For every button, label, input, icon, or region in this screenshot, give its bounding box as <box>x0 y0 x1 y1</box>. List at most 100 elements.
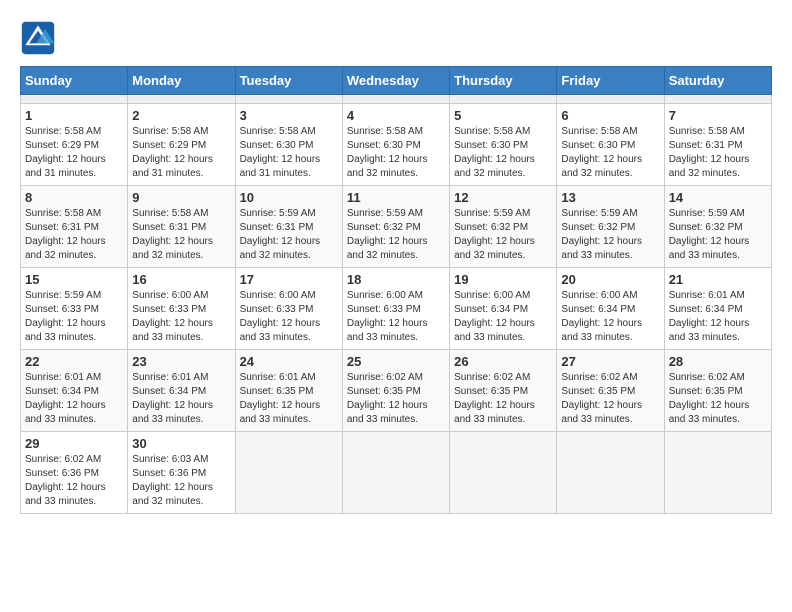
calendar-cell: 5 Sunrise: 5:58 AMSunset: 6:30 PMDaylight… <box>450 104 557 186</box>
calendar-table: SundayMondayTuesdayWednesdayThursdayFrid… <box>20 66 772 514</box>
calendar-cell: 6Sunrise: 5:58 AMSunset: 6:30 PMDaylight… <box>557 104 664 186</box>
day-detail: Sunrise: 6:02 AMSunset: 6:35 PMDaylight:… <box>669 371 767 427</box>
day-detail: Sunrise: 5:59 AMSunset: 6:32 PMDaylight:… <box>454 207 552 263</box>
day-number: 9 <box>132 190 230 205</box>
calendar-week-row: 15 Sunrise: 5:59 AMSunset: 6:33 PMDayligh… <box>21 268 772 350</box>
page-header <box>20 20 772 56</box>
day-number: 27 <box>561 354 659 369</box>
day-detail: Sunrise: 6:01 AMSunset: 6:35 PMDaylight:… <box>240 371 338 427</box>
calendar-cell <box>21 95 128 104</box>
day-detail: Sunrise: 6:00 AMSunset: 6:33 PMDaylight:… <box>347 289 445 345</box>
calendar-cell <box>342 95 449 104</box>
weekday-header: Sunday <box>21 67 128 95</box>
day-number: 12 <box>454 190 552 205</box>
day-number: 13 <box>561 190 659 205</box>
day-number: 5 <box>454 108 552 123</box>
calendar-week-row <box>21 95 772 104</box>
calendar-cell <box>235 95 342 104</box>
day-number: 20 <box>561 272 659 287</box>
calendar-week-row: 8 Sunrise: 5:58 AMSunset: 6:31 PMDaylight… <box>21 186 772 268</box>
day-number: 3 <box>240 108 338 123</box>
calendar-cell: 14 Sunrise: 5:59 AMSunset: 6:32 PMDayligh… <box>664 186 771 268</box>
calendar-week-row: 1 Sunrise: 5:58 AMSunset: 6:29 PMDaylight… <box>21 104 772 186</box>
calendar-cell: 15 Sunrise: 5:59 AMSunset: 6:33 PMDayligh… <box>21 268 128 350</box>
calendar-cell: 3 Sunrise: 5:58 AMSunset: 6:30 PMDaylight… <box>235 104 342 186</box>
day-detail: Sunrise: 5:59 AMSunset: 6:32 PMDaylight:… <box>669 207 767 263</box>
calendar-cell: 11Sunrise: 5:59 AMSunset: 6:32 PMDayligh… <box>342 186 449 268</box>
day-number: 19 <box>454 272 552 287</box>
day-detail: Sunrise: 5:58 AMSunset: 6:30 PMDaylight:… <box>240 125 338 181</box>
calendar-cell: 1 Sunrise: 5:58 AMSunset: 6:29 PMDaylight… <box>21 104 128 186</box>
calendar-cell: 8 Sunrise: 5:58 AMSunset: 6:31 PMDaylight… <box>21 186 128 268</box>
weekday-header: Saturday <box>664 67 771 95</box>
calendar-cell <box>557 95 664 104</box>
day-number: 14 <box>669 190 767 205</box>
day-detail: Sunrise: 5:58 AMSunset: 6:30 PMDaylight:… <box>347 125 445 181</box>
day-detail: Sunrise: 6:01 AMSunset: 6:34 PMDaylight:… <box>25 371 123 427</box>
calendar-cell: 13 Sunrise: 5:59 AMSunset: 6:32 PMDayligh… <box>557 186 664 268</box>
day-number: 4 <box>347 108 445 123</box>
calendar-cell: 29Sunrise: 6:02 AMSunset: 6:36 PMDayligh… <box>21 432 128 514</box>
calendar-cell: 28 Sunrise: 6:02 AMSunset: 6:35 PMDayligh… <box>664 350 771 432</box>
day-number: 30 <box>132 436 230 451</box>
day-detail: Sunrise: 5:59 AMSunset: 6:32 PMDaylight:… <box>561 207 659 263</box>
day-number: 11 <box>347 190 445 205</box>
calendar-cell: 10Sunrise: 5:59 AMSunset: 6:31 PMDayligh… <box>235 186 342 268</box>
calendar-cell: 21Sunrise: 6:01 AMSunset: 6:34 PMDayligh… <box>664 268 771 350</box>
day-detail: Sunrise: 6:01 AMSunset: 6:34 PMDaylight:… <box>132 371 230 427</box>
weekday-header-row: SundayMondayTuesdayWednesdayThursdayFrid… <box>21 67 772 95</box>
calendar-cell: 2Sunrise: 5:58 AMSunset: 6:29 PMDaylight… <box>128 104 235 186</box>
day-detail: Sunrise: 6:00 AMSunset: 6:34 PMDaylight:… <box>561 289 659 345</box>
day-detail: Sunrise: 6:00 AMSunset: 6:33 PMDaylight:… <box>240 289 338 345</box>
day-number: 25 <box>347 354 445 369</box>
calendar-cell: 16 Sunrise: 6:00 AMSunset: 6:33 PMDayligh… <box>128 268 235 350</box>
calendar-cell: 9Sunrise: 5:58 AMSunset: 6:31 PMDaylight… <box>128 186 235 268</box>
day-number: 28 <box>669 354 767 369</box>
day-number: 18 <box>347 272 445 287</box>
day-detail: Sunrise: 5:58 AMSunset: 6:29 PMDaylight:… <box>132 125 230 181</box>
calendar-cell: 22 Sunrise: 6:01 AMSunset: 6:34 PMDayligh… <box>21 350 128 432</box>
calendar-cell: 25 Sunrise: 6:02 AMSunset: 6:35 PMDayligh… <box>342 350 449 432</box>
weekday-header: Friday <box>557 67 664 95</box>
calendar-cell: 26 Sunrise: 6:02 AMSunset: 6:35 PMDayligh… <box>450 350 557 432</box>
day-number: 15 <box>25 272 123 287</box>
day-detail: Sunrise: 6:03 AMSunset: 6:36 PMDaylight:… <box>132 453 230 509</box>
calendar-cell: 30 Sunrise: 6:03 AMSunset: 6:36 PMDayligh… <box>128 432 235 514</box>
day-detail: Sunrise: 6:02 AMSunset: 6:35 PMDaylight:… <box>561 371 659 427</box>
day-detail: Sunrise: 5:59 AMSunset: 6:33 PMDaylight:… <box>25 289 123 345</box>
day-detail: Sunrise: 5:58 AMSunset: 6:31 PMDaylight:… <box>25 207 123 263</box>
day-number: 10 <box>240 190 338 205</box>
calendar-cell: 7Sunrise: 5:58 AMSunset: 6:31 PMDaylight… <box>664 104 771 186</box>
calendar-cell <box>235 432 342 514</box>
weekday-header: Wednesday <box>342 67 449 95</box>
day-number: 24 <box>240 354 338 369</box>
calendar-cell: 24 Sunrise: 6:01 AMSunset: 6:35 PMDayligh… <box>235 350 342 432</box>
day-number: 17 <box>240 272 338 287</box>
calendar-cell: 20 Sunrise: 6:00 AMSunset: 6:34 PMDayligh… <box>557 268 664 350</box>
calendar-cell <box>342 432 449 514</box>
calendar-cell: 18 Sunrise: 6:00 AMSunset: 6:33 PMDayligh… <box>342 268 449 350</box>
day-detail: Sunrise: 6:02 AMSunset: 6:35 PMDaylight:… <box>347 371 445 427</box>
day-number: 1 <box>25 108 123 123</box>
day-detail: Sunrise: 5:58 AMSunset: 6:30 PMDaylight:… <box>561 125 659 181</box>
day-number: 26 <box>454 354 552 369</box>
day-detail: Sunrise: 6:00 AMSunset: 6:34 PMDaylight:… <box>454 289 552 345</box>
weekday-header: Tuesday <box>235 67 342 95</box>
calendar-cell: 4 Sunrise: 5:58 AMSunset: 6:30 PMDaylight… <box>342 104 449 186</box>
calendar-cell <box>664 432 771 514</box>
day-number: 8 <box>25 190 123 205</box>
calendar-cell <box>450 432 557 514</box>
day-detail: Sunrise: 6:02 AMSunset: 6:35 PMDaylight:… <box>454 371 552 427</box>
calendar-cell: 27 Sunrise: 6:02 AMSunset: 6:35 PMDayligh… <box>557 350 664 432</box>
day-number: 16 <box>132 272 230 287</box>
day-detail: Sunrise: 5:58 AMSunset: 6:30 PMDaylight:… <box>454 125 552 181</box>
day-detail: Sunrise: 5:58 AMSunset: 6:31 PMDaylight:… <box>669 125 767 181</box>
logo <box>20 20 62 56</box>
calendar-cell <box>450 95 557 104</box>
calendar-cell: 23 Sunrise: 6:01 AMSunset: 6:34 PMDayligh… <box>128 350 235 432</box>
day-number: 21 <box>669 272 767 287</box>
day-number: 23 <box>132 354 230 369</box>
day-detail: Sunrise: 6:00 AMSunset: 6:33 PMDaylight:… <box>132 289 230 345</box>
day-detail: Sunrise: 5:58 AMSunset: 6:29 PMDaylight:… <box>25 125 123 181</box>
day-number: 22 <box>25 354 123 369</box>
